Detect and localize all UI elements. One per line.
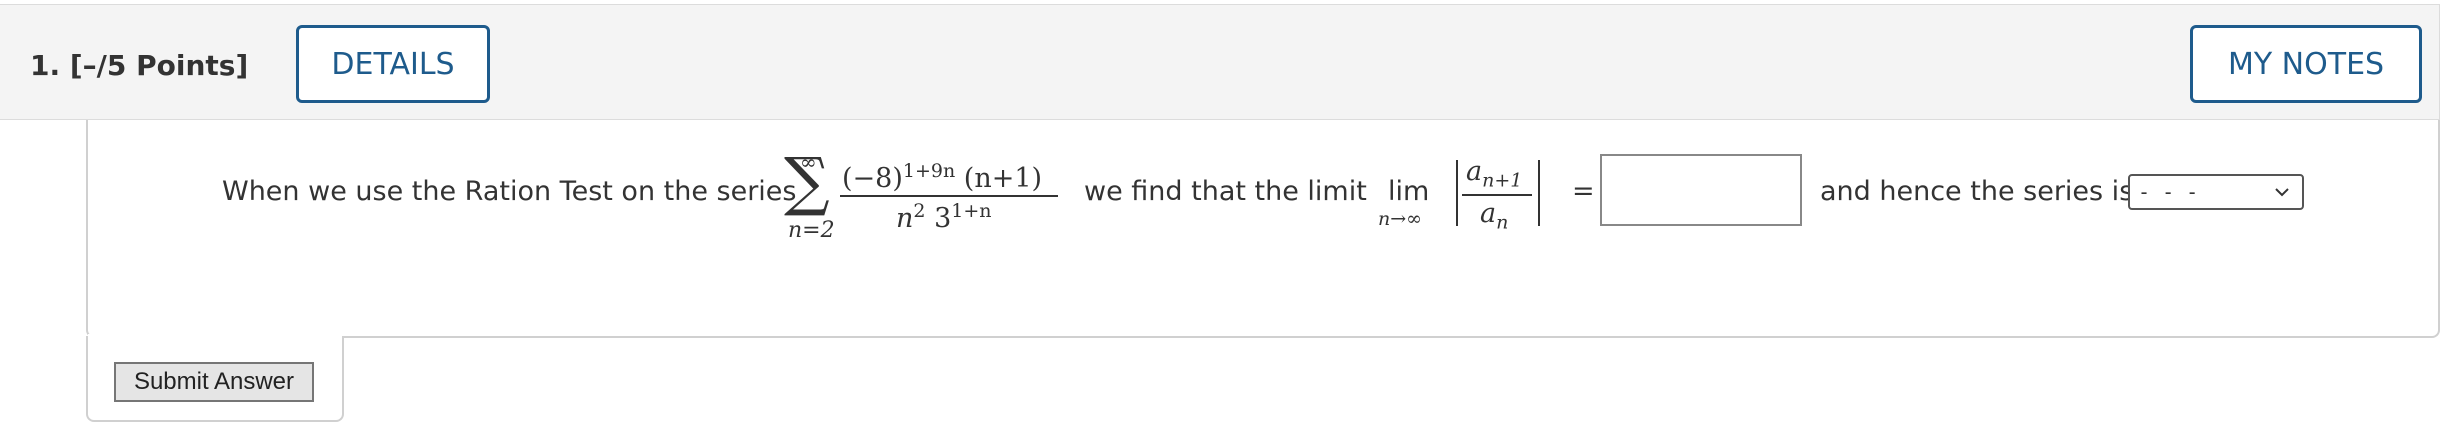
my-notes-button[interactable]: MY NOTES xyxy=(2190,25,2422,103)
absolute-bar-right xyxy=(1538,160,1540,226)
ratio-numerator-subscript: n+1 xyxy=(1482,169,1523,192)
question-text-conclusion: and hence the series is xyxy=(1820,176,2134,207)
select-value: - - - xyxy=(2138,180,2199,204)
denominator-n-exponent: 2 xyxy=(913,200,926,222)
question-page: 1. [–/5 Points] DETAILS MY NOTES When we… xyxy=(0,0,2448,446)
series-numerator: (−8)1+9n (n+1) xyxy=(842,160,1042,194)
question-text-intro: When we use the Ration Test on the serie… xyxy=(222,176,797,207)
ratio-denominator-subscript: n xyxy=(1496,211,1509,234)
details-button[interactable]: DETAILS xyxy=(296,25,490,103)
question-header: 1. [–/5 Points] DETAILS MY NOTES xyxy=(0,4,2440,120)
series-fraction-bar xyxy=(840,195,1058,197)
denominator-n: n xyxy=(896,203,914,234)
summation-upper-limit: ∞ xyxy=(800,150,817,174)
limit-answer-input[interactable] xyxy=(1600,154,1802,226)
question-text-limit: we find that the limit xyxy=(1084,176,1367,207)
ratio-numerator: an+1 xyxy=(1466,156,1522,191)
denominator-exponent: 1+n xyxy=(951,200,992,222)
question-panel xyxy=(86,120,2440,338)
absolute-bar-left xyxy=(1456,160,1458,226)
series-denominator: n2 31+n xyxy=(896,200,992,234)
numerator-exponent: 1+9n xyxy=(902,160,956,182)
chevron-down-icon xyxy=(2275,188,2289,197)
denominator-base: 3 xyxy=(925,203,952,234)
ratio-denominator: an xyxy=(1480,198,1508,233)
series-convergence-select[interactable]: - - - xyxy=(2128,174,2304,210)
limit-word: lim xyxy=(1388,176,1430,207)
numerator-tail: (n+1) xyxy=(955,163,1043,194)
summation-lower-limit: n=2 xyxy=(788,218,835,243)
ratio-denominator-base: a xyxy=(1480,198,1497,229)
question-number: 1. [–/5 Points] xyxy=(30,49,249,82)
submit-answer-button[interactable]: Submit Answer xyxy=(114,362,314,402)
equals-sign: = xyxy=(1572,176,1595,207)
limit-subscript: n→∞ xyxy=(1378,208,1422,230)
numerator-base: (−8) xyxy=(842,163,903,194)
ratio-numerator-base: a xyxy=(1466,156,1483,187)
submit-panel-join xyxy=(88,334,342,340)
ratio-fraction-bar xyxy=(1462,194,1532,196)
